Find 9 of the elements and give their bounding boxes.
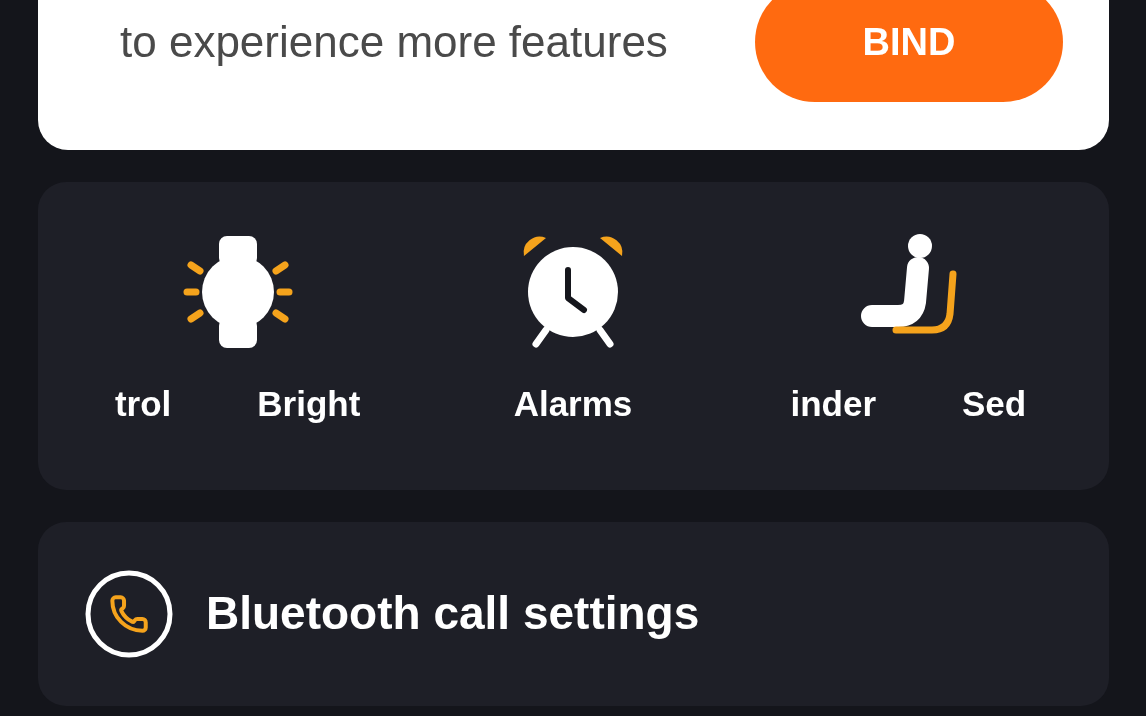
feature-label: inder	[790, 386, 876, 421]
phone-icon	[85, 570, 173, 658]
feature-label: trol	[114, 386, 172, 421]
bind-message: to experience more features	[120, 20, 668, 64]
feature-label: Sed	[962, 386, 1027, 421]
feature-label: Bright	[257, 386, 361, 421]
feature-label: Alarms	[513, 386, 633, 421]
bluetooth-call-settings-item[interactable]: Bluetooth call settings	[38, 522, 1109, 706]
watch-with-rays-icon	[182, 234, 293, 350]
